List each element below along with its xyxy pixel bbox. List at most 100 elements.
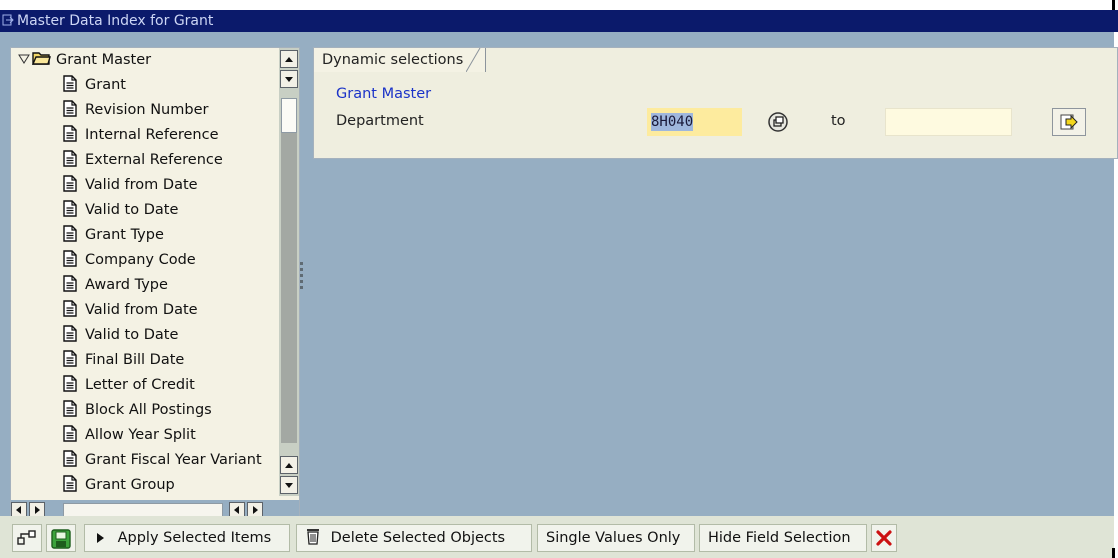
hide-field-selection-button[interactable]: Hide Field Selection xyxy=(699,524,867,552)
multiple-selection-icon[interactable] xyxy=(767,111,789,133)
field-list-panel: Grant Master Grant Revision Number Interna… xyxy=(10,47,300,524)
tree-item-label: Internal Reference xyxy=(85,127,219,143)
field-tree: Grant Master Grant Revision Number Interna… xyxy=(11,48,279,496)
tree-item[interactable]: Grant xyxy=(63,73,126,98)
tree-item-label: Valid from Date xyxy=(85,177,198,193)
document-icon xyxy=(63,225,77,242)
arrow-down-icon xyxy=(285,483,293,488)
horizontal-scroll-track[interactable] xyxy=(63,503,223,517)
hide-field-selection-label: Hide Field Selection xyxy=(708,530,851,546)
tree-root-label: Grant Master xyxy=(56,52,152,68)
document-icon xyxy=(63,375,77,392)
tab-edge xyxy=(466,48,481,72)
tab-dynamic-selections[interactable]: Dynamic selections xyxy=(314,48,487,72)
hierarchy-button[interactable] xyxy=(12,524,42,552)
tree-item[interactable]: Final Bill Date xyxy=(63,348,184,373)
document-icon xyxy=(63,150,77,167)
tree-item[interactable]: Grant Group xyxy=(63,473,175,496)
title-bar: Master Data Index for Grant xyxy=(0,10,1118,32)
tree-item-label: Revision Number xyxy=(85,102,209,118)
window-edge-marker-bottom xyxy=(1112,548,1115,558)
arrow-left-icon xyxy=(16,506,21,514)
tree-item-label: Final Bill Date xyxy=(85,352,185,368)
department-label: Department xyxy=(336,113,424,129)
tree-item[interactable]: Grant Type xyxy=(63,223,164,248)
single-values-only-button[interactable]: Single Values Only xyxy=(537,524,695,552)
tree-item[interactable]: Grant Fiscal Year Variant xyxy=(63,448,262,473)
tree-root-grant-master[interactable]: Grant Master xyxy=(18,48,151,73)
multiple-selection-button[interactable] xyxy=(1052,108,1086,136)
document-icon xyxy=(63,275,77,292)
window-title-icon xyxy=(2,14,14,26)
document-icon xyxy=(63,425,77,442)
tree-item[interactable]: Valid to Date xyxy=(63,198,178,223)
tree-item[interactable]: Award Type xyxy=(63,273,168,298)
tree-item[interactable]: Company Code xyxy=(63,248,196,273)
tree-item-label: Grant Type xyxy=(85,227,164,243)
tree-item[interactable]: Valid to Date xyxy=(63,323,178,348)
document-icon xyxy=(63,325,77,342)
department-from-value: 8H040 xyxy=(651,113,694,131)
window-edge-marker xyxy=(1112,0,1115,10)
tree-item-label: Company Code xyxy=(85,252,196,268)
tree-vertical-scrollbar[interactable] xyxy=(279,48,299,496)
main-area: Grant Master Grant Revision Number Interna… xyxy=(0,32,1118,524)
open-folder-icon xyxy=(32,52,51,65)
document-icon xyxy=(63,475,77,492)
arrow-up-icon xyxy=(285,463,293,468)
play-icon xyxy=(97,533,104,543)
tree-item[interactable]: Valid from Date xyxy=(63,298,198,323)
document-icon xyxy=(63,300,77,317)
cancel-button[interactable] xyxy=(871,524,897,552)
delete-selected-objects-button[interactable]: Delete Selected Objects xyxy=(296,524,532,552)
tree-item[interactable]: Valid from Date xyxy=(63,173,198,198)
scroll-track[interactable] xyxy=(281,133,297,443)
arrow-up-icon xyxy=(285,57,293,62)
tree-item[interactable]: External Reference xyxy=(63,148,223,173)
document-icon xyxy=(63,175,77,192)
document-icon xyxy=(63,200,77,217)
document-icon xyxy=(63,100,77,117)
tree-item-label: Block All Postings xyxy=(85,402,212,418)
tree-item-label: Grant xyxy=(85,77,126,93)
dynamic-selections-box: Dynamic selections Grant Master Departme… xyxy=(313,47,1118,159)
scroll-down-button[interactable] xyxy=(280,70,298,88)
single-values-only-label: Single Values Only xyxy=(546,530,681,546)
department-to-input[interactable] xyxy=(885,108,1012,136)
scroll-page-down-button[interactable] xyxy=(280,476,298,494)
save-icon xyxy=(51,529,71,549)
document-icon xyxy=(63,450,77,467)
scroll-page-up-button[interactable] xyxy=(280,456,298,474)
save-button[interactable] xyxy=(46,524,76,552)
tree-item-label: Valid to Date xyxy=(85,327,179,343)
tree-item[interactable]: Internal Reference xyxy=(63,123,219,148)
to-label: to xyxy=(831,113,846,129)
apply-selected-items-button[interactable]: Apply Selected Items xyxy=(84,524,290,552)
tree-item-label: Valid to Date xyxy=(85,202,179,218)
scroll-up-button[interactable] xyxy=(280,50,298,68)
delete-selected-objects-label: Delete Selected Objects xyxy=(330,530,506,546)
hierarchy-icon xyxy=(17,530,36,545)
cancel-x-icon xyxy=(876,530,892,546)
tree-item-label: Letter of Credit xyxy=(85,377,195,393)
tree-item[interactable]: Block All Postings xyxy=(63,398,212,423)
apply-selected-items-label: Apply Selected Items xyxy=(117,530,272,546)
triangle-down-icon[interactable] xyxy=(18,54,30,64)
arrow-left-icon xyxy=(234,506,239,514)
group-title: Grant Master xyxy=(336,86,432,102)
document-icon xyxy=(63,75,77,92)
document-icon xyxy=(63,400,77,417)
department-from-input[interactable]: 8H040 xyxy=(647,108,742,136)
window-title: Master Data Index for Grant xyxy=(17,13,214,29)
tab-label: Dynamic selections xyxy=(322,52,464,68)
tree-item-label: Grant Fiscal Year Variant xyxy=(85,452,262,468)
tree-item-label: Award Type xyxy=(85,277,168,293)
scroll-thumb[interactable] xyxy=(281,98,297,133)
tree-item[interactable]: Allow Year Split xyxy=(63,423,196,448)
panel-splitter[interactable] xyxy=(299,262,303,302)
tree-item[interactable]: Revision Number xyxy=(63,98,208,123)
tree-item-label: Allow Year Split xyxy=(85,427,196,443)
tree-item[interactable]: Letter of Credit xyxy=(63,373,195,398)
tree-item-label: Valid from Date xyxy=(85,302,198,318)
document-icon xyxy=(63,125,77,142)
